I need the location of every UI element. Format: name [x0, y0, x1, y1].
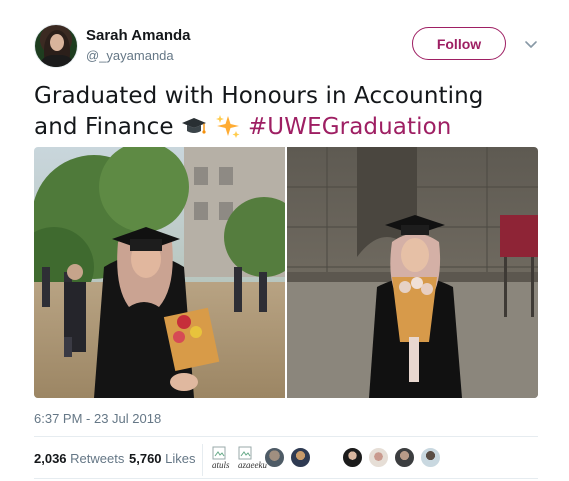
retweets-label: Retweets [70, 451, 125, 466]
retweets-count: 2,036 [34, 451, 67, 466]
hashtag-link[interactable]: #UWEGraduation [248, 114, 451, 140]
user-handle[interactable]: @_yayamanda [86, 48, 174, 63]
tweet-text: Graduated with Honours in Accounting and… [34, 81, 534, 143]
likes-stat[interactable]: 5,760 Likes [129, 451, 196, 466]
photo-graduate-church[interactable] [287, 147, 538, 398]
follow-button[interactable]: Follow [412, 27, 506, 60]
chevron-down-icon[interactable] [524, 37, 538, 51]
media-grid [34, 147, 538, 398]
likes-count: 5,760 [129, 451, 162, 466]
retweets-stat[interactable]: 2,036 Retweets [34, 451, 124, 466]
liker-avatar[interactable] [342, 447, 363, 468]
stats-separator [202, 444, 203, 476]
liker-avatar[interactable] [368, 447, 389, 468]
tweet-timestamp[interactable]: 6:37 PM - 23 Jul 2018 [34, 411, 161, 426]
user-avatar[interactable] [34, 24, 78, 68]
sparkles-emoji [215, 115, 240, 138]
broken-image-alt: atuls [212, 460, 230, 470]
divider-top [34, 436, 538, 437]
likes-label: Likes [165, 451, 196, 466]
broken-image-alt: azaeeku [238, 460, 267, 470]
broken-image-icon [238, 446, 252, 460]
liker-avatar-broken[interactable]: atuls [212, 446, 238, 474]
divider-bottom [34, 478, 538, 479]
broken-image-icon [212, 446, 226, 460]
photo-graduate-outdoor[interactable] [34, 147, 285, 398]
liker-avatar[interactable] [420, 447, 441, 468]
graduation-cap-emoji [182, 118, 207, 134]
liker-avatar-broken[interactable]: azaeeku [238, 446, 267, 474]
liker-avatar[interactable] [394, 447, 415, 468]
liker-avatar[interactable] [290, 447, 311, 468]
user-display-name[interactable]: Sarah Amanda [86, 27, 190, 44]
liker-avatar[interactable] [264, 447, 285, 468]
tweet-header: Sarah Amanda @_yayamanda Follow [34, 24, 544, 70]
engagement-stats: 2,036 Retweets 5,760 Likes atuls azaeeku [34, 444, 538, 478]
